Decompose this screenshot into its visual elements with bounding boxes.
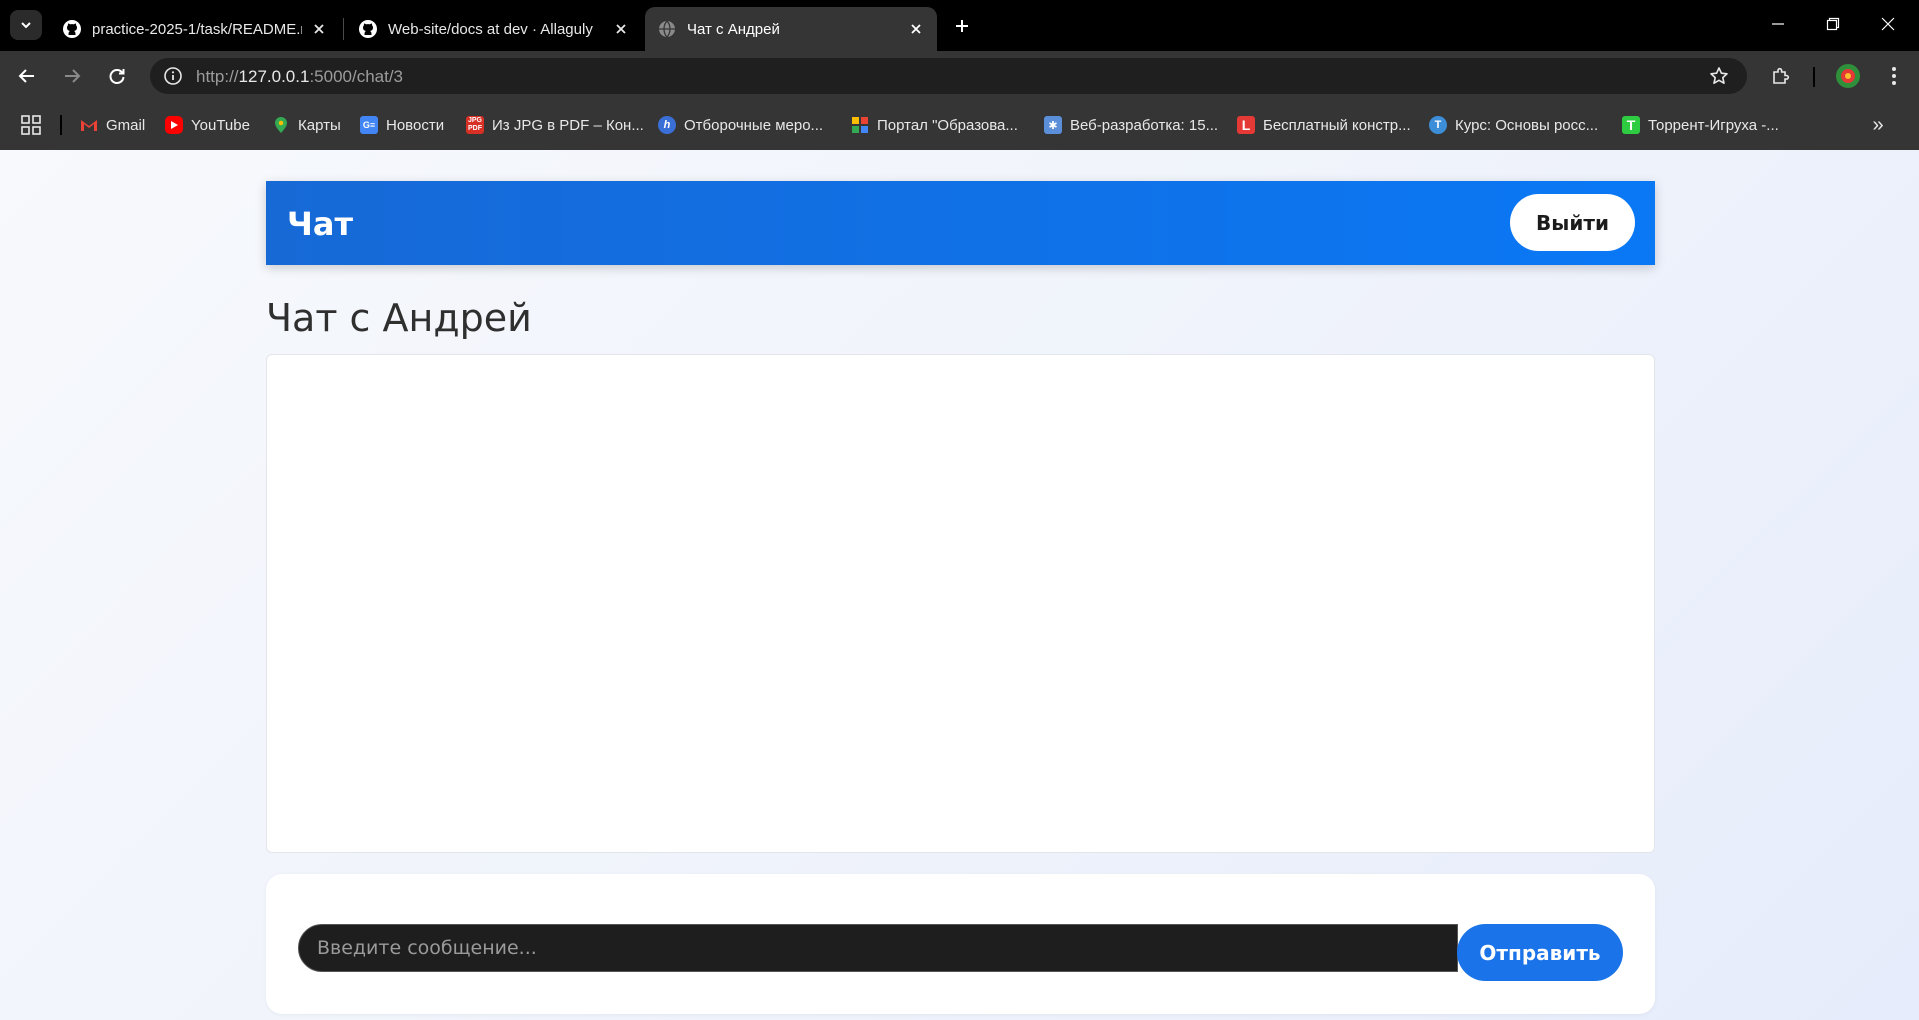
bookmark-free-builder[interactable]: L Бесплатный констр... (1237, 113, 1411, 137)
bookmark-label: Из JPG в PDF – Кон... (492, 116, 644, 134)
tab-practice-readme[interactable]: practice-2025-1/task/README.md (50, 7, 340, 51)
tab-search-button[interactable] (10, 10, 42, 40)
avatar-icon (1836, 64, 1860, 88)
plus-icon (956, 20, 968, 32)
bookmark-gmail[interactable]: Gmail (80, 113, 145, 137)
jpg-pdf-icon: JPG PDF (466, 116, 484, 134)
close-window-button[interactable] (1865, 8, 1911, 40)
close-icon[interactable] (310, 20, 328, 38)
message-composer: Отправить (266, 874, 1655, 1014)
more-bookmarks-icon[interactable]: » (1867, 114, 1889, 136)
forward-button[interactable] (55, 59, 89, 93)
bookmark-label: Бесплатный констр... (1263, 116, 1411, 134)
app-header: Чат Выйти (266, 181, 1655, 265)
portal-icon (851, 116, 869, 134)
back-button[interactable] (10, 59, 44, 93)
logout-button[interactable]: Выйти (1510, 194, 1635, 251)
bookmark-education-portal[interactable]: Портал "Образова... (851, 113, 1018, 137)
reload-icon (109, 69, 125, 84)
toolbar-divider (1813, 67, 1815, 87)
profile-avatar[interactable] (1831, 59, 1865, 93)
minimize-icon (1772, 23, 1784, 25)
bookmark-web-development[interactable]: ✱ Веб-разработка: 15... (1044, 113, 1218, 137)
tab-title: Web-site/docs at dev · Allaguly (388, 20, 593, 38)
tab-chat-andrey[interactable]: Чат с Андрей (645, 7, 937, 51)
url-text: http://127.0.0.1:5000/chat/3 (196, 67, 404, 86)
youtube-icon (165, 116, 183, 134)
bookmark-maps[interactable]: Карты (272, 113, 341, 137)
tab-title: practice-2025-1/task/README.md (92, 20, 302, 38)
message-input[interactable] (298, 924, 1458, 972)
l-icon: L (1237, 116, 1255, 134)
github-icon (62, 19, 82, 39)
bookmark-label: Карты (298, 116, 341, 134)
arrow-right-icon (65, 69, 81, 83)
reload-button[interactable] (100, 59, 134, 93)
messages-area[interactable] (266, 354, 1655, 853)
bookmark-star-icon[interactable] (1707, 64, 1731, 88)
app-title: Чат (287, 205, 353, 243)
close-icon[interactable] (612, 20, 630, 38)
bookmark-selection-events[interactable]: h Отборочные меро... (658, 113, 823, 137)
bookmark-news[interactable]: G≡ Новости (360, 113, 444, 137)
extensions-button[interactable] (1764, 59, 1798, 93)
close-icon (1881, 17, 1895, 31)
site-info-icon[interactable] (160, 63, 186, 89)
tab-web-site-docs[interactable]: Web-site/docs at dev · Allaguly (346, 7, 642, 51)
chat-heading: Чат с Андрей (266, 296, 532, 340)
bookmark-label: Торрент-Игруха -... (1648, 116, 1779, 134)
bookmark-label: Gmail (106, 116, 146, 134)
tab-divider (343, 18, 344, 40)
gmail-icon (80, 116, 98, 134)
bookmark-label: Курс: Основы росс... (1455, 116, 1599, 134)
bookmark-label: YouTube (191, 116, 250, 134)
tab-title: Чат с Андрей (687, 20, 780, 38)
hh-icon: h (658, 116, 676, 134)
bookmarks-bar: Gmail YouTube Карты G≡ Новости JPG PDF Из… (0, 100, 1919, 150)
arrow-left-icon (18, 69, 34, 83)
globe-icon (657, 19, 677, 39)
restore-icon (1826, 17, 1840, 31)
address-bar[interactable]: http://127.0.0.1:5000/chat/3 (150, 58, 1747, 94)
web-dev-icon: ✱ (1044, 116, 1062, 134)
github-icon (358, 19, 378, 39)
bookmark-jpg-to-pdf[interactable]: JPG PDF Из JPG в PDF – Кон... (466, 113, 644, 137)
bookmarks-divider (60, 115, 62, 135)
bookmark-course[interactable]: Т Курс: Основы росс... (1429, 113, 1598, 137)
bookmark-label: Новости (386, 116, 445, 134)
restore-button[interactable] (1810, 8, 1856, 40)
minimize-button[interactable] (1755, 8, 1801, 40)
bookmark-torrent[interactable]: T Торрент-Игруха -... (1622, 113, 1779, 137)
news-icon: G≡ (360, 116, 378, 134)
torrent-icon: T (1622, 116, 1640, 134)
chevron-down-icon (21, 22, 31, 29)
new-tab-button[interactable] (948, 12, 976, 40)
browser-toolbar: http://127.0.0.1:5000/chat/3 (0, 51, 1919, 100)
bookmark-label: Портал "Образова... (877, 116, 1018, 134)
bookmark-label: Веб-разработка: 15... (1070, 116, 1219, 134)
page-content: Чат Выйти Чат с Андрей Отправить (0, 150, 1919, 1020)
bookmark-label: Отборочные меро... (684, 116, 824, 134)
puzzle-icon (1773, 67, 1790, 84)
maps-icon (272, 116, 290, 134)
browser-menu-button[interactable] (1877, 59, 1911, 93)
send-button[interactable]: Отправить (1457, 924, 1623, 981)
bookmark-youtube[interactable]: YouTube (165, 113, 250, 137)
tab-strip: practice-2025-1/task/README.md Web-site/… (0, 0, 1919, 51)
close-icon[interactable] (907, 20, 925, 38)
course-icon: Т (1429, 116, 1447, 134)
apps-grid-icon[interactable] (20, 114, 42, 136)
kebab-menu-icon (1892, 67, 1896, 85)
